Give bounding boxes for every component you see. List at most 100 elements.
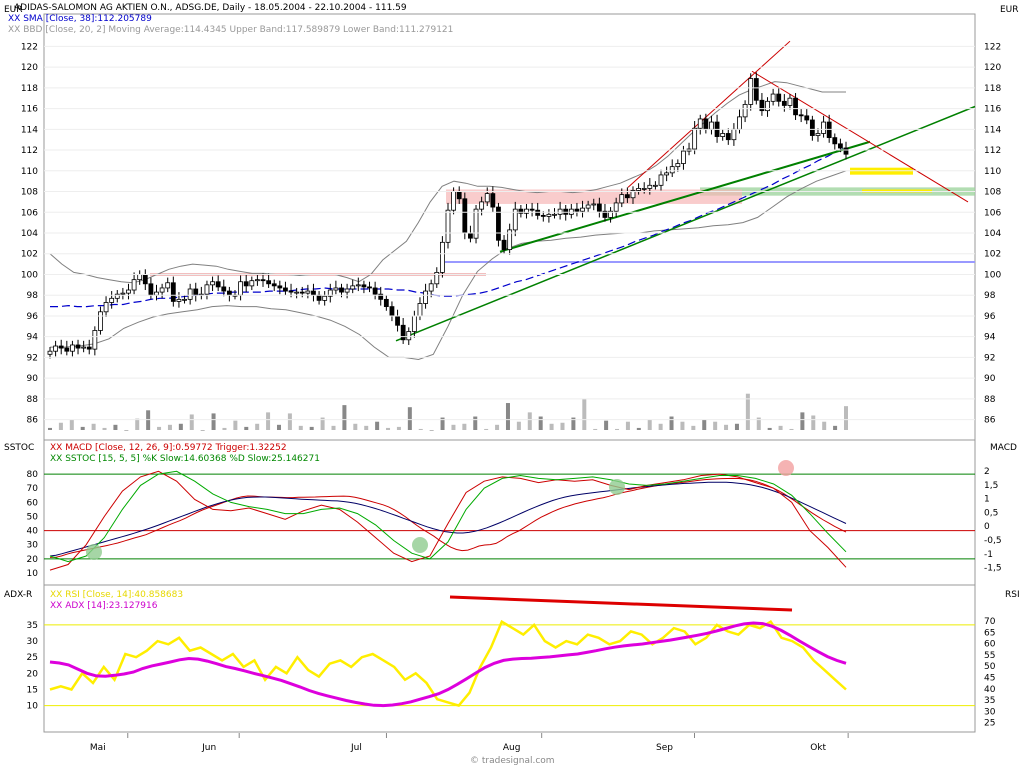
price-tick-left: 106: [21, 208, 38, 218]
x-tick-label: Mai: [90, 743, 106, 753]
volume-bar: [266, 412, 271, 430]
volume-bar: [135, 418, 140, 430]
candle-body: [305, 290, 311, 294]
candle-body: [798, 114, 804, 117]
volume-bar: [636, 427, 641, 430]
volume-bar: [538, 416, 543, 430]
x-tick-label: Aug: [503, 743, 521, 753]
price-tick-left: 122: [21, 42, 38, 52]
adx-tick-left: 25: [27, 653, 38, 663]
price-unit-right: EUR: [1000, 5, 1019, 15]
volume-bar: [80, 426, 85, 430]
candle-body: [344, 288, 350, 293]
volume-bar: [386, 427, 391, 430]
candle-body: [776, 93, 782, 102]
price-tick-right: 118: [984, 84, 1001, 94]
volume-bar: [309, 426, 314, 430]
volume-bar: [342, 405, 347, 430]
candle-body: [226, 290, 232, 296]
candle-body: [658, 174, 664, 186]
volume-bar: [484, 428, 489, 430]
macd-tick-right: 1: [984, 495, 990, 505]
volume-bar: [462, 423, 467, 430]
candle-body: [316, 294, 322, 301]
candle-body: [843, 147, 849, 155]
adx-legend: XX ADX [14]:23.127916: [50, 601, 158, 611]
price-tick-right: 98: [984, 291, 996, 301]
volume-bar: [200, 430, 205, 431]
candle-body: [400, 324, 406, 341]
candle-body: [479, 201, 485, 210]
volume-bar: [255, 423, 260, 430]
candle-body: [636, 188, 641, 191]
candle-body: [170, 282, 176, 302]
candle-body: [159, 287, 165, 293]
price-tick-left: 100: [21, 270, 38, 280]
volume-bar: [658, 423, 663, 430]
macd-tick-right: 0,5: [984, 508, 998, 518]
macd-tick-right: -1,5: [984, 564, 1002, 574]
candle-body: [131, 279, 137, 291]
candle-body: [204, 284, 210, 295]
candle-body: [249, 280, 255, 287]
candle-body: [288, 290, 294, 293]
volume-bar: [418, 428, 423, 430]
price-tick-right: 110: [984, 167, 1001, 177]
price-tick-left: 98: [27, 291, 39, 301]
chart-title: ADIDAS-SALOMON AG AKTIEN O.N., ADSG.DE, …: [14, 3, 407, 13]
candle-body: [70, 344, 75, 352]
volume-bar: [91, 423, 96, 430]
candle-body: [126, 289, 131, 294]
candle-body: [641, 188, 647, 190]
candle-body: [81, 346, 87, 349]
candle-body: [355, 284, 361, 287]
volume-bar: [287, 413, 292, 430]
x-tick-label: Jun: [201, 743, 216, 753]
price-tick-right: 86: [984, 416, 996, 426]
sstoc-tick-left: 80: [27, 470, 39, 480]
macd-tick-right: 1,5: [984, 481, 998, 491]
volume-bar: [702, 419, 707, 430]
sstoc-tick-left: 70: [27, 484, 39, 494]
volume-bar: [124, 430, 129, 431]
price-tick-left: 104: [21, 229, 38, 239]
candle-body: [417, 303, 423, 317]
volume-bar: [222, 427, 227, 430]
candle-body: [591, 203, 597, 206]
rsi-tick-right: 30: [984, 707, 996, 717]
candle-body: [182, 298, 187, 301]
adx-tick-left: 35: [27, 621, 38, 631]
volume-bar: [800, 412, 805, 430]
candle-body: [709, 121, 714, 130]
candle-body: [411, 315, 417, 332]
adx-tick-left: 10: [27, 702, 39, 712]
volume-bar: [778, 425, 783, 430]
candle-body: [383, 298, 389, 308]
price-tick-left: 114: [21, 125, 38, 135]
price-tick-left: 102: [21, 250, 38, 260]
candle-body: [333, 287, 339, 291]
volume-bar: [375, 421, 380, 430]
volume-bar: [451, 424, 456, 430]
candle-body: [395, 315, 400, 326]
candle-body: [473, 208, 479, 239]
volume-bar: [353, 423, 358, 430]
volume-bar: [505, 403, 510, 430]
candle-body: [613, 202, 619, 212]
volume-bar: [69, 419, 74, 430]
candle-body: [703, 118, 709, 130]
candle-body: [557, 208, 563, 215]
candle-body: [692, 127, 698, 150]
candle-body: [647, 184, 653, 189]
candle-body: [361, 284, 367, 288]
sstoc-tick-left: 10: [27, 569, 39, 579]
volume-bar: [669, 416, 674, 430]
candle-body: [294, 291, 300, 294]
price-tick-left: 116: [21, 105, 38, 115]
candle-body: [574, 208, 580, 212]
sstoc-tick-left: 20: [27, 555, 39, 565]
candle-body: [137, 274, 143, 281]
price-tick-left: 110: [21, 167, 38, 177]
price-tick-right: 112: [984, 146, 1001, 156]
volume-bar: [680, 421, 685, 430]
